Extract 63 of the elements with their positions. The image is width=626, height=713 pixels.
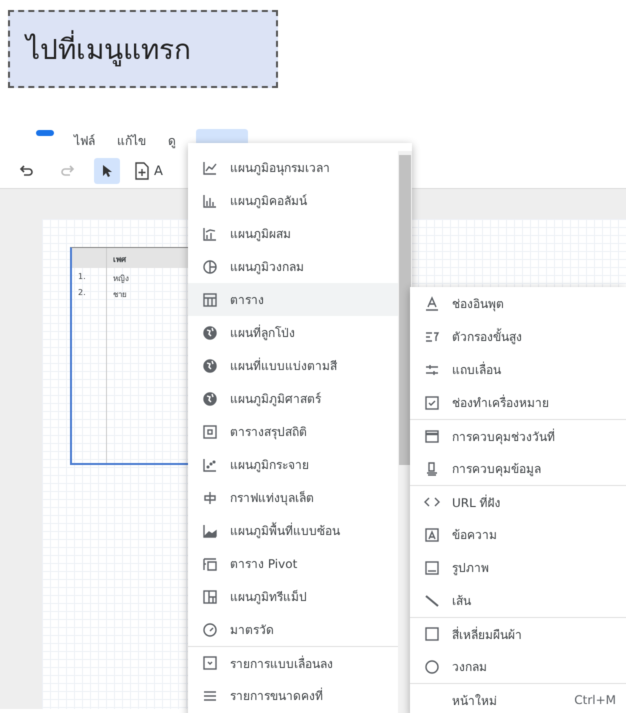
- line-icon: [424, 592, 440, 608]
- circle-icon: [424, 658, 440, 674]
- menu-option[interactable]: รายการขนาดคงที่: [188, 679, 398, 712]
- shortcut-text: Ctrl+M: [574, 693, 616, 707]
- scorecard-icon: [202, 424, 218, 440]
- text-box-icon: [424, 526, 440, 542]
- image-icon: [424, 560, 440, 576]
- menu-option[interactable]: แผนภูมิทรีแม็ป: [188, 580, 398, 613]
- menu-option[interactable]: URL ที่ฝัง: [410, 485, 626, 518]
- menu-option[interactable]: การควบคุมข้อมูล: [410, 452, 626, 485]
- calendar-icon: [424, 428, 440, 444]
- menu-item[interactable]: แก้ไข: [115, 128, 148, 152]
- checkbox-icon: [424, 394, 440, 410]
- menu-option[interactable]: แผนภูมิพื้นที่แบบซ้อน: [188, 514, 398, 547]
- toolbar-label: A: [154, 164, 163, 178]
- menu-option[interactable]: สี่เหลี่ยมผืนผ้า: [410, 617, 626, 650]
- row-number: 1.: [77, 271, 87, 283]
- line-chart-icon: [202, 160, 218, 176]
- rectangle-icon: [424, 626, 440, 642]
- menu-option[interactable]: ช่องอินพุต: [410, 287, 626, 320]
- table-icon: [202, 292, 218, 308]
- bullet-chart-icon: [202, 490, 218, 506]
- globe-icon: [202, 324, 218, 340]
- menu-option[interactable]: ข้อความ: [410, 518, 626, 551]
- pointer-icon: [101, 164, 113, 178]
- dropdown-list-icon: [202, 655, 218, 671]
- header-corner-cell: [72, 248, 106, 268]
- data-control-icon: [424, 460, 440, 476]
- globe-icon: [202, 358, 218, 374]
- menu-option[interactable]: การควบคุมช่วงวันที่: [410, 419, 626, 452]
- menu-option[interactable]: เส้น: [410, 584, 626, 617]
- menu-option[interactable]: หน้าใหม่ Ctrl+M: [410, 683, 626, 713]
- undo-icon: [19, 163, 35, 179]
- callout-text: ไปที่เมนูแทรก: [8, 10, 278, 88]
- logo-icon: [36, 130, 54, 136]
- column-chart-icon: [202, 192, 218, 208]
- pivot-table-icon: [202, 556, 218, 572]
- add-page-icon: [134, 162, 150, 180]
- gauge-icon: [202, 622, 218, 638]
- globe-icon: [202, 390, 218, 406]
- menu-option[interactable]: รูปภาพ: [410, 551, 626, 584]
- menu-option[interactable]: วงกลม: [410, 650, 626, 683]
- menu-item[interactable]: ดู: [166, 128, 178, 152]
- menu-item[interactable]: ไฟล์: [72, 128, 97, 152]
- menu-option[interactable]: ตาราง: [188, 283, 398, 316]
- area-chart-icon: [202, 522, 218, 538]
- menu-option[interactable]: แผนภูมิผสม: [188, 217, 398, 250]
- menu-option[interactable]: แผนภูมิอนุกรมเวลา: [188, 151, 398, 184]
- menu-option[interactable]: แผนภูมิคอลัมน์: [188, 184, 398, 217]
- menu-option[interactable]: ตาราง Pivot: [188, 547, 398, 580]
- treemap-icon: [202, 588, 218, 604]
- combo-chart-icon: [202, 226, 218, 242]
- select-tool-button[interactable]: [94, 158, 120, 184]
- menu-option[interactable]: ช่องทำเครื่องหมาย: [410, 386, 626, 419]
- menu-option[interactable]: กราฟแท่งบุลเล็ต: [188, 481, 398, 514]
- redo-icon: [59, 163, 75, 179]
- text-input-icon: [424, 296, 440, 312]
- menu-option[interactable]: แถบเลื่อน: [410, 353, 626, 386]
- scatter-chart-icon: [202, 456, 218, 472]
- pie-chart-icon: [202, 258, 218, 274]
- row-number: 2.: [77, 287, 87, 299]
- menu-option[interactable]: มาตรวัด: [188, 613, 398, 646]
- menu-option[interactable]: ตัวกรองขั้นสูง: [410, 320, 626, 353]
